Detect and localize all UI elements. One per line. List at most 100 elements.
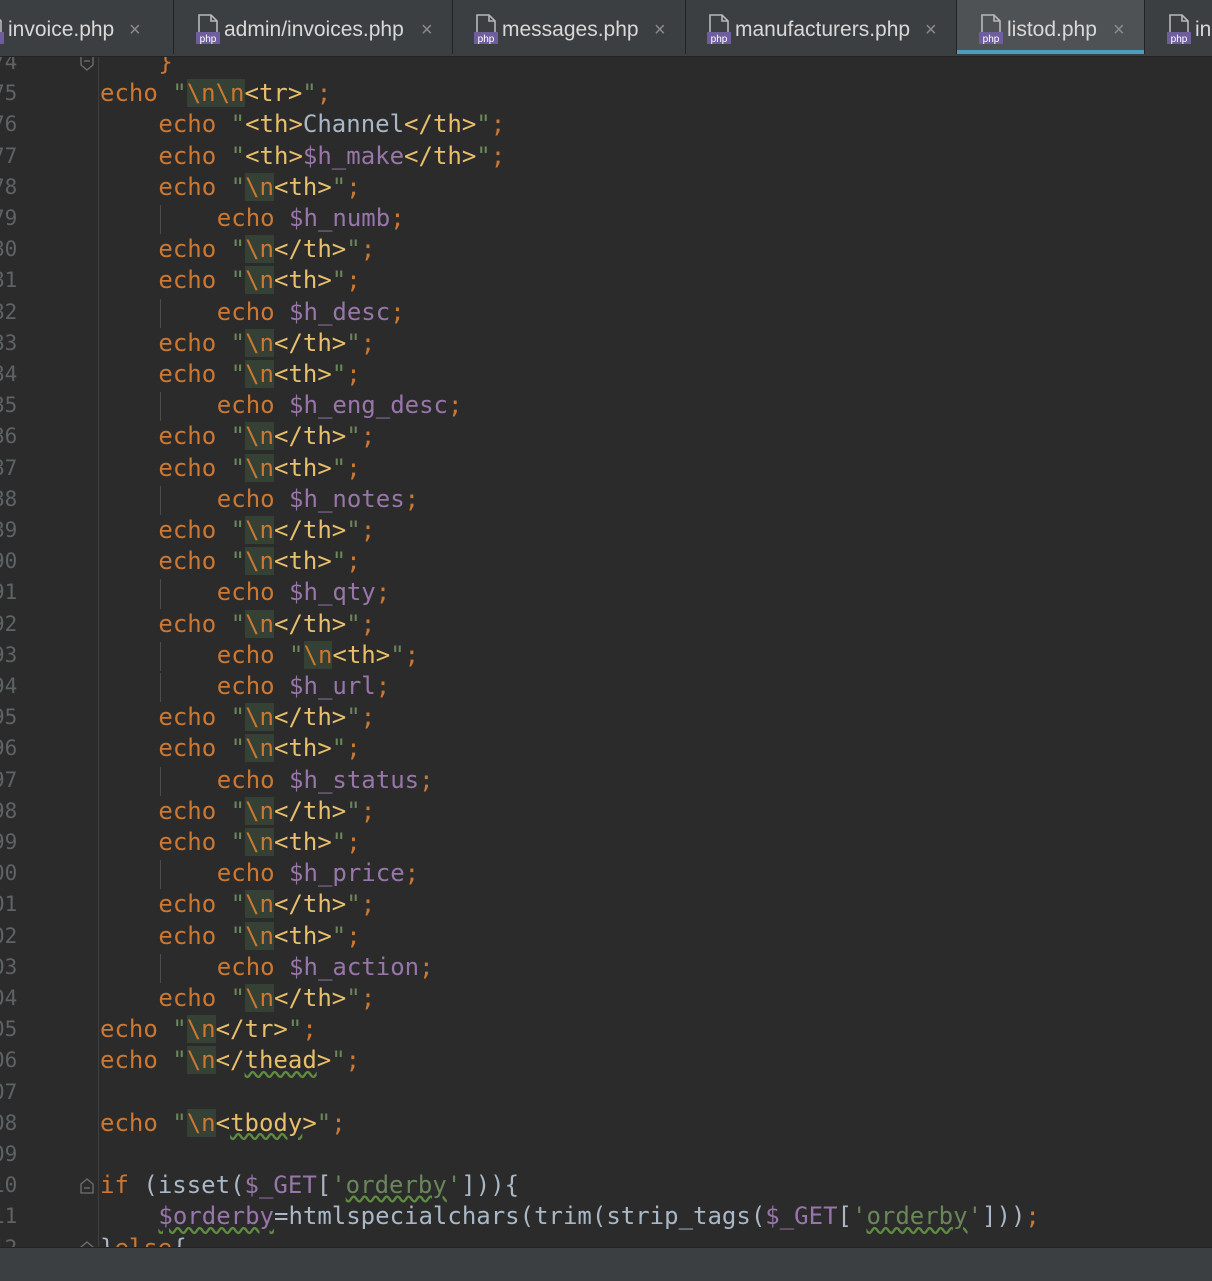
tab-4[interactable]: php listod.php × [957,0,1145,54]
code-line[interactable]: echo "\n<th>"; [158,733,361,764]
tab-2[interactable]: php messages.php × [453,0,686,54]
line-number: 05 [0,1017,18,1042]
code-token: trim [534,1202,592,1231]
code-token: ( [519,1202,535,1231]
code-line[interactable]: echo "\n<th>"; [158,265,361,296]
code-token: \n [303,640,333,669]
code-editor[interactable]: 74 75 76 77 78 79 80 81 82 83 84 85 86 87 88 89 90 91 92 93… [0,57,1212,1247]
code-line[interactable]: echo "\n<th>"; [217,640,419,671]
code-token: " [331,172,347,201]
code-token: </th> [274,516,347,544]
code-line[interactable]: echo $h_status; [217,765,434,796]
code-line[interactable]: echo $h_notes; [217,484,419,515]
code-token: " [230,828,246,856]
close-tab-icon[interactable]: × [654,18,666,42]
code-line[interactable]: echo "\n<th>"; [158,453,361,484]
code-line[interactable]: echo "\n\n<tr>"; [100,78,331,109]
code-token: ( [591,1202,607,1231]
code-token: ; [390,297,405,326]
code-token: echo [158,141,217,170]
code-token: $_GET [244,1171,317,1200]
code-line[interactable]: echo "\n</th>"; [158,796,375,827]
code-token: { [172,1234,186,1247]
code-token: " [230,110,246,139]
code-line[interactable]: echo "\n</th>"; [158,515,375,546]
code-line[interactable]: echo "\n<tbody>"; [100,1108,346,1139]
code-line[interactable]: echo $h_eng_desc; [217,390,463,421]
code-line[interactable]: echo $h_numb; [217,203,405,234]
editor-tab-bar: phpinvoice.php×phpadmin/invoices.php×php… [0,0,1212,57]
code-token: ; [419,765,434,794]
code-token: \n [186,1015,216,1044]
code-token: " [331,360,347,388]
php-file-icon: php [196,14,220,44]
code-token: echo [158,110,217,139]
code-line[interactable]: echo "\n<th>"; [158,172,361,203]
tab-3[interactable]: php manufacturers.php × [686,0,957,54]
code-line[interactable]: echo $h_action; [217,952,434,983]
code-token: " [230,172,246,201]
code-line[interactable]: } [158,57,172,78]
code-line[interactable]: echo "\n</th>"; [158,609,375,640]
line-number: 78 [0,174,18,199]
code-token: echo [100,1108,158,1137]
code-line[interactable]: echo "\n</th>"; [158,234,375,265]
code-line[interactable]: }else{ [100,1233,187,1247]
php-file-icon: php [474,14,498,44]
line-number: 77 [0,143,18,168]
code-line[interactable]: echo "<th>Channel</th>"; [158,109,505,140]
code-line[interactable]: echo $h_price; [217,858,419,889]
tab-1[interactable]: php admin/invoices.php × [174,0,453,54]
close-tab-icon[interactable]: × [129,18,141,42]
code-line[interactable]: echo "\n</th>"; [158,889,375,920]
code-line[interactable]: echo "\n</th>"; [158,328,375,359]
code-token: ; [490,110,506,139]
line-number: 04 [0,986,18,1010]
code-line[interactable]: echo "\n<th>"; [158,827,361,858]
code-token: ; [346,360,361,388]
code-line[interactable]: $orderby=htmlspecialchars(trim(strip_tag… [158,1201,1039,1232]
code-line[interactable]: echo $h_qty; [217,577,390,608]
code-line[interactable]: echo "\n<th>"; [158,546,361,577]
code-token: " [230,703,246,732]
tab-0[interactable]: php invoice.php × [0,0,174,54]
code-line[interactable]: echo "\n</th>"; [158,421,375,452]
close-tab-icon[interactable]: × [1113,18,1125,42]
code-line[interactable]: echo "<th>$h_make</th>"; [158,141,505,172]
code-line[interactable]: echo "\n</th>"; [158,983,375,1014]
code-token: ; [346,453,361,482]
code-token: strip_tags [606,1202,751,1231]
code-token: echo [158,828,217,856]
code-token: $h_notes [289,484,405,513]
code-token: ; [404,859,420,888]
tab-5[interactable]: php in [1145,0,1212,54]
code-token: " [172,1108,187,1137]
code-token: </ [215,1046,245,1075]
fold-marker-icon[interactable] [80,57,94,71]
line-number: 12 [0,1233,17,1247]
code-line[interactable]: echo $h_desc; [217,297,405,328]
code-line[interactable]: echo "\n<th>"; [158,359,361,390]
fold-marker-icon[interactable] [80,1178,94,1194]
line-number: 90 [0,549,18,574]
code-token: " [230,235,246,264]
line-number: 83 [0,330,18,355]
code-token: " [230,734,246,763]
code-token: $h_desc [289,297,391,326]
indent-guide [160,298,161,328]
code-line[interactable]: echo "\n</th>"; [158,702,375,733]
close-tab-icon[interactable]: × [925,18,937,42]
close-tab-icon[interactable]: × [421,18,433,42]
code-line[interactable]: echo $h_url; [217,671,390,702]
code-token: " [346,796,361,825]
code-line[interactable]: if (isset($_GET['orderby'])){ [100,1170,519,1201]
code-token: thead [244,1046,317,1075]
code-line[interactable]: echo "\n</thead>"; [100,1045,360,1076]
line-number: 74 [0,57,18,74]
code-line[interactable]: echo "\n</tr>"; [100,1014,317,1045]
code-line[interactable]: echo "\n<th>"; [158,921,361,952]
code-token: ' [851,1202,867,1231]
